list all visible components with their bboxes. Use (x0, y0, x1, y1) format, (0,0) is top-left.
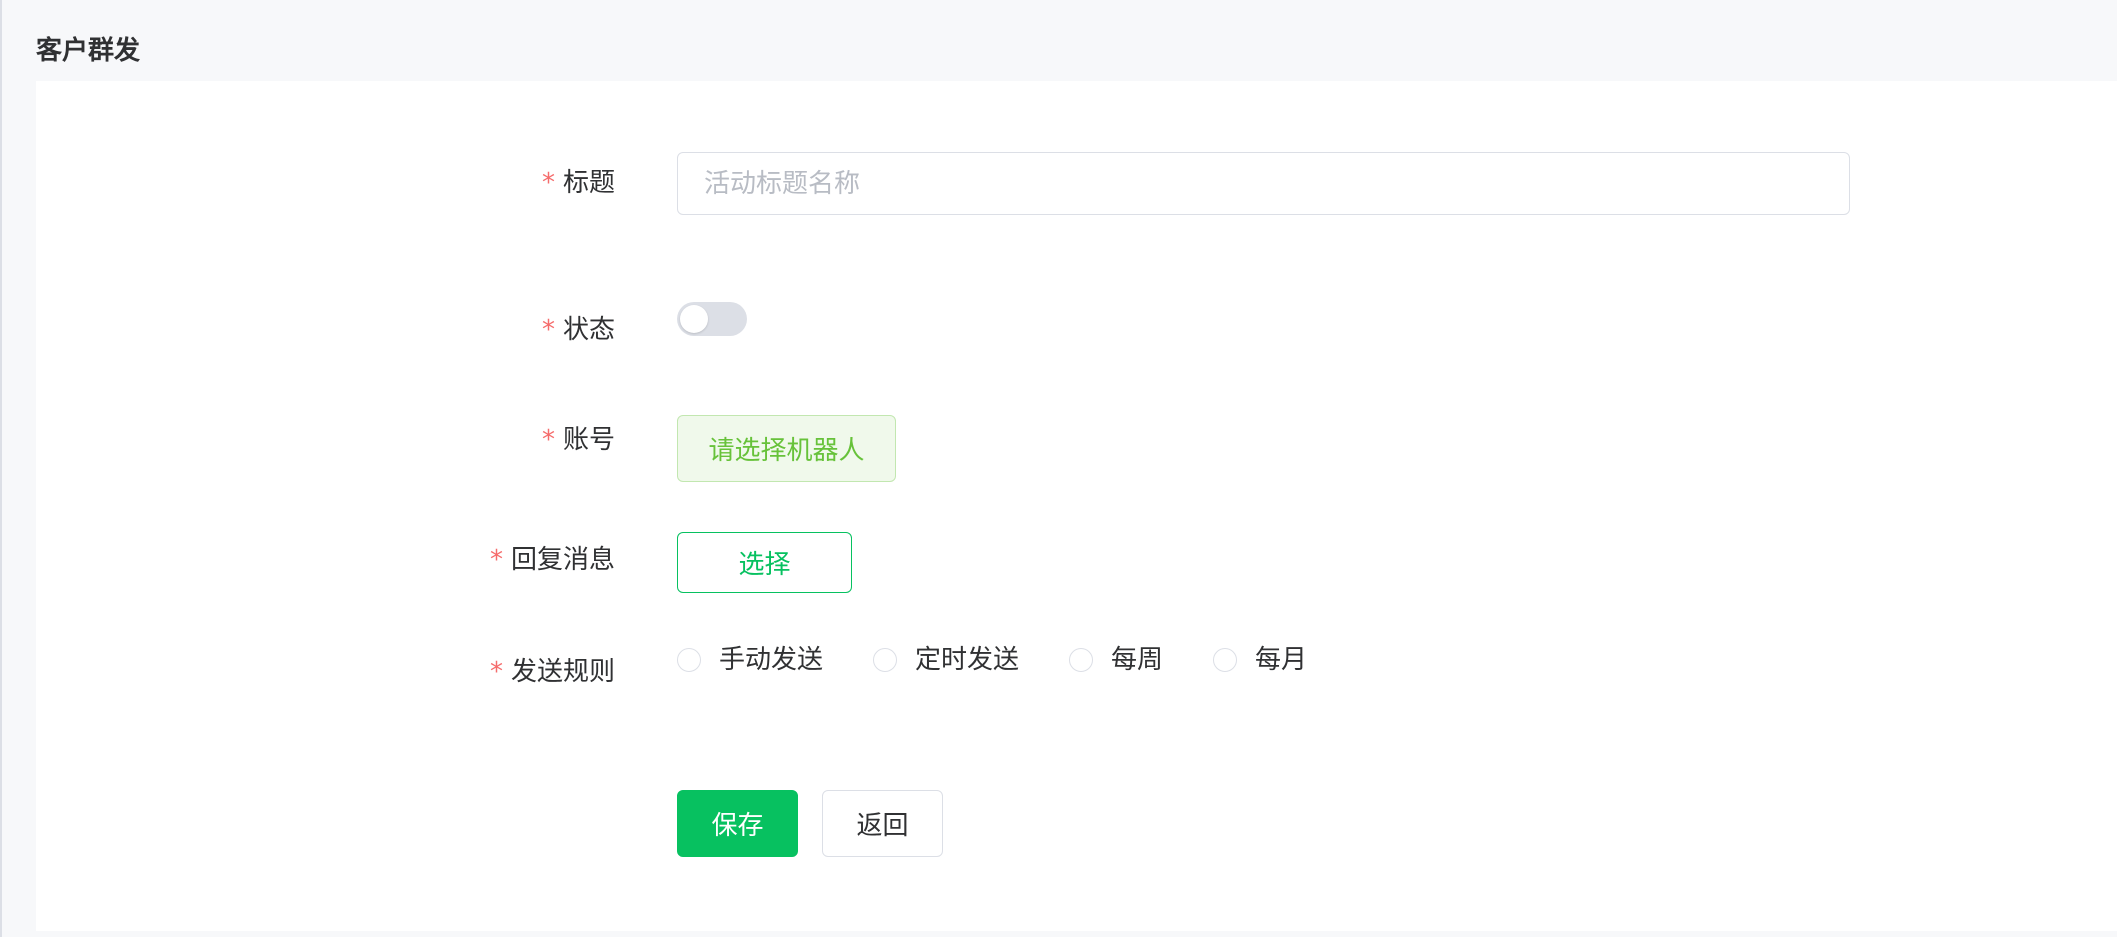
title-label-text: 标题 (562, 168, 615, 198)
title-input[interactable] (677, 152, 1850, 215)
status-toggle-knob (680, 305, 708, 333)
required-mark: * (489, 657, 503, 687)
radio-circle[interactable] (1213, 648, 1238, 672)
required-mark: * (541, 425, 555, 455)
status-switch-wrapper (677, 302, 747, 336)
radio-circle[interactable] (873, 648, 898, 672)
radio-label: 定时发送 (915, 645, 1020, 675)
reply-label: * 回复消息 (315, 543, 615, 577)
send-rule-label: * 发送规则 (315, 655, 615, 689)
radio-manual-send[interactable]: 手动发送 (677, 643, 823, 677)
form-actions: 保存 返回 (677, 790, 943, 857)
form-row-actions: 保存 返回 (36, 790, 2117, 857)
radio-label: 每月 (1255, 645, 1308, 675)
select-robot-button[interactable]: 请选择机器人 (677, 415, 896, 482)
left-edge-divider (0, 0, 2, 937)
select-reply-button[interactable]: 选择 (677, 532, 852, 593)
reply-button-wrapper: 选择 (677, 532, 852, 593)
radio-weekly[interactable]: 每周 (1069, 643, 1163, 677)
form-card: *标题 *状态 *账号 请选择机器人 *回复消息 选择 (36, 81, 2117, 931)
reply-label-text: 回复消息 (510, 545, 615, 575)
form-row-reply: * 回复消息 选择 (36, 532, 2117, 593)
status-label-text: 状态 (562, 315, 615, 345)
account-label: * 账号 (315, 423, 615, 457)
back-button[interactable]: 返回 (822, 790, 943, 857)
account-button-wrapper: 请选择机器人 (677, 415, 896, 482)
save-button[interactable]: 保存 (677, 790, 798, 857)
radio-circle[interactable] (677, 648, 701, 672)
form-row-account: * 账号 请选择机器人 (36, 415, 2117, 482)
status-toggle-switch[interactable] (677, 302, 747, 336)
form-row-status: * 状态 (36, 302, 2117, 358)
send-rule-label-text: 发送规则 (510, 657, 615, 687)
required-mark: * (541, 315, 555, 345)
form-row-send-rule: * 发送规则 手动发送 定时发送 每周 每月 (36, 643, 2117, 696)
radio-label: 每周 (1111, 645, 1164, 675)
status-label: * 状态 (315, 313, 615, 347)
page-title: 客户群发 (36, 36, 141, 66)
radio-circle[interactable] (1069, 648, 1094, 672)
form-row-title: * 标题 (36, 152, 2117, 215)
title-input-wrapper (677, 152, 1850, 215)
required-mark: * (489, 545, 503, 575)
account-label-text: 账号 (562, 425, 615, 455)
radio-scheduled-send[interactable]: 定时发送 (873, 643, 1019, 677)
radio-monthly[interactable]: 每月 (1213, 643, 1307, 677)
radio-label: 手动发送 (719, 645, 824, 675)
title-label: * 标题 (315, 166, 615, 200)
required-mark: * (541, 168, 555, 198)
send-rule-radio-group: 手动发送 定时发送 每周 每月 (677, 643, 1357, 677)
